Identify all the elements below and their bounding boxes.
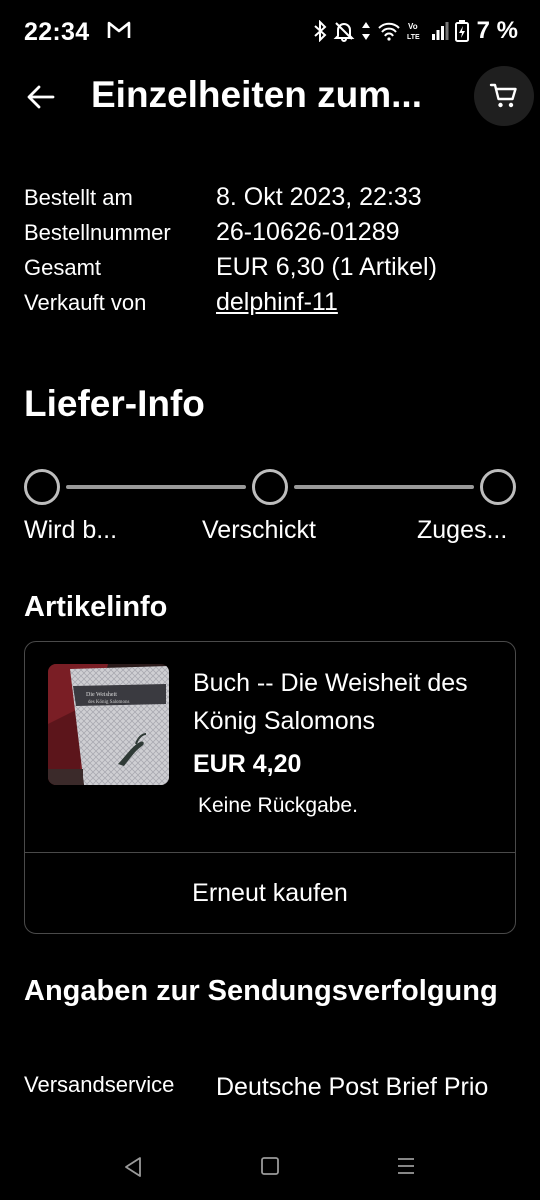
nav-home-button[interactable] (260, 1156, 280, 1181)
seller-row: Verkauft von delphinf-11 (24, 285, 524, 320)
total-label: Gesamt (24, 255, 102, 280)
step-label-2: Verschickt (202, 516, 316, 544)
ordered-on-value: 8. Okt 2023, 22:33 (216, 183, 422, 211)
step-connector-1 (66, 485, 246, 489)
svg-text:LTE: LTE (407, 34, 420, 41)
step-label-1: Wird b... (24, 516, 118, 544)
wifi-icon (377, 21, 401, 41)
tracking-heading: Angaben zur Sendungsverfolgung (24, 975, 498, 1007)
item-info-heading: Artikelinfo (24, 591, 168, 623)
nav-recents-button[interactable] (396, 1156, 416, 1181)
status-bar: 22:34 Vo LTE 7 % (0, 0, 540, 62)
item-card: Die Weisheit des König Salomons Buch -- … (24, 641, 516, 934)
header: Einzelheiten zum... (0, 64, 540, 128)
shopping-cart-icon (489, 83, 517, 108)
gmail-icon (107, 20, 131, 40)
order-summary: Bestellt am 8. Okt 2023, 22:33 Bestellnu… (24, 180, 524, 320)
data-arrows-icon (361, 20, 371, 42)
step-circle-3 (480, 469, 516, 505)
svg-text:Vo: Vo (408, 22, 418, 31)
volte-icon: Vo LTE (407, 20, 425, 42)
item-price: EUR 4,20 (193, 750, 302, 778)
shipping-service-label: Versandservice (24, 1072, 175, 1097)
triangle-back-icon (125, 1157, 141, 1177)
order-number-row: Bestellnummer 26-10626-01289 (24, 215, 524, 250)
shipping-service-row: Versandservice Deutsche Post Brief Prio (24, 1068, 524, 1106)
step-label-3: Zuges... (417, 516, 508, 544)
shipping-service-value: Deutsche Post Brief Prio (216, 1073, 489, 1101)
battery-percent: 7 % (476, 17, 518, 44)
step-connector-2 (294, 485, 474, 489)
buy-again-button[interactable]: Erneut kaufen (25, 853, 515, 933)
cart-button[interactable] (474, 66, 534, 126)
ordered-on-row: Bestellt am 8. Okt 2023, 22:33 (24, 180, 524, 215)
order-number-label: Bestellnummer (24, 220, 171, 245)
step-circle-2 (252, 469, 288, 505)
page-title: Einzelheiten zum... (91, 74, 422, 115)
battery-icon (454, 20, 469, 42)
mute-icon (333, 20, 355, 42)
square-home-icon (261, 1157, 279, 1175)
delivery-progress (24, 469, 516, 505)
arrow-left-icon (27, 85, 55, 109)
nav-back-button[interactable] (123, 1156, 143, 1183)
step-circle-1 (24, 469, 60, 505)
back-button[interactable] (24, 80, 58, 114)
return-policy: Keine Rückgabe. (198, 794, 358, 817)
total-value: EUR 6,30 (1 Artikel) (216, 253, 437, 281)
svg-text:Die Weisheit: Die Weisheit (86, 692, 117, 698)
system-nav-bar (0, 1134, 540, 1200)
status-time: 22:34 (24, 18, 90, 46)
item-thumbnail[interactable]: Die Weisheit des König Salomons (48, 664, 169, 785)
item-title[interactable]: Buch -- Die Weisheit des König Salomons (193, 664, 493, 740)
seller-link[interactable]: delphinf-11 (216, 285, 338, 320)
bluetooth-icon (313, 20, 327, 42)
svg-text:des König Salomons: des König Salomons (88, 700, 129, 705)
menu-lines-icon (398, 1158, 414, 1174)
total-row: Gesamt EUR 6,30 (1 Artikel) (24, 250, 524, 285)
ordered-on-label: Bestellt am (24, 185, 133, 210)
delivery-heading: Liefer-Info (24, 383, 205, 424)
status-icons: Vo LTE 7 % (313, 16, 518, 46)
signal-icon (431, 21, 449, 41)
order-number-value: 26-10626-01289 (216, 218, 400, 246)
seller-label: Verkauft von (24, 290, 147, 315)
